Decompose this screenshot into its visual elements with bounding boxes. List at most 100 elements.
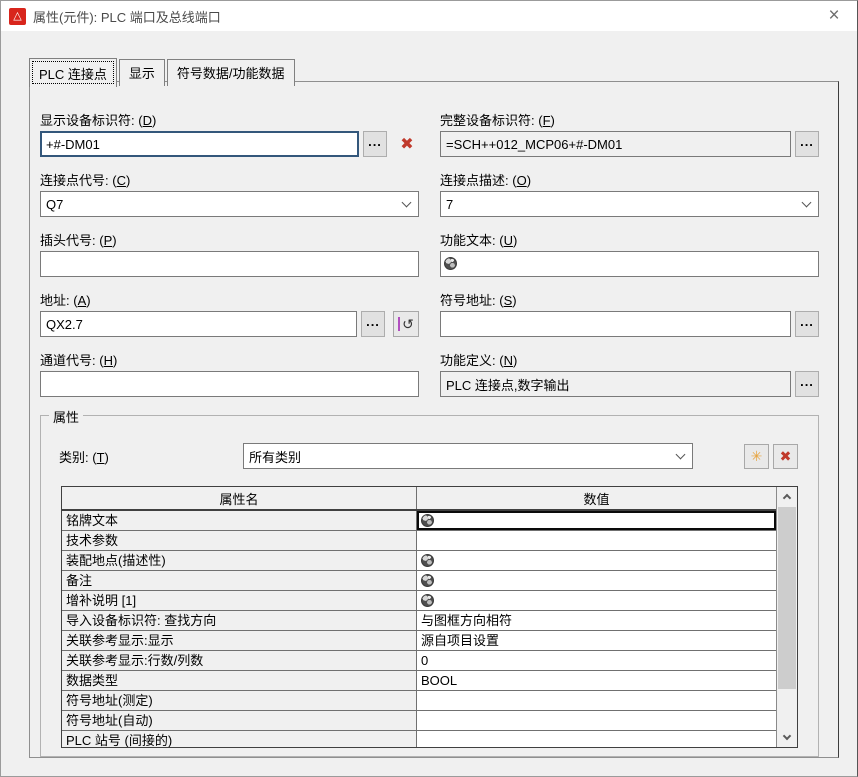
property-name-cell[interactable]: 关联参考显示:显示 — [62, 631, 417, 650]
scroll-up-button[interactable] — [777, 487, 797, 506]
tab-bar: PLC 连接点 显示 符号数据/功能数据 — [29, 58, 297, 86]
property-value-cell[interactable]: 源自项目设置 — [417, 631, 776, 650]
connection-point-description-select[interactable]: 7 — [440, 191, 819, 217]
property-value-cell[interactable] — [417, 571, 776, 590]
chevron-down-icon — [783, 732, 791, 740]
field-plug-designation: 插头代号: (P) — [40, 230, 419, 277]
field-label: 显示设备标识符: (D) — [40, 110, 419, 126]
field-label: 功能定义: (N) — [440, 350, 819, 366]
table-row[interactable]: 关联参考显示:显示源自项目设置 — [62, 631, 776, 651]
chevron-down-icon — [676, 449, 686, 459]
table-row[interactable]: 导入设备标识符: 查找方向与图框方向相符 — [62, 611, 776, 631]
tab-plc-connection-point[interactable]: PLC 连接点 — [29, 58, 117, 87]
table-row[interactable]: 技术参数 — [62, 531, 776, 551]
header-property-name[interactable]: 属性名 — [62, 487, 417, 509]
function-text-input[interactable] — [440, 251, 819, 277]
field-function-text: 功能文本: (U) — [440, 230, 819, 277]
table-row[interactable]: PLC 站号 (间接的) — [62, 731, 776, 747]
multilanguage-globe-icon — [421, 594, 434, 607]
browse-address-button[interactable]: ... — [361, 311, 385, 337]
function-definition-input[interactable] — [440, 371, 791, 397]
property-value-cell[interactable] — [417, 531, 776, 550]
address-input[interactable] — [40, 311, 357, 337]
property-value-cell[interactable] — [417, 691, 776, 710]
close-icon[interactable]: × — [819, 2, 849, 30]
browse-function-definition-button[interactable]: ... — [795, 371, 819, 397]
field-connection-point-description: 连接点描述: (O) 7 — [440, 170, 819, 217]
connection-point-designation-select[interactable]: Q7 — [40, 191, 419, 217]
property-name-cell[interactable]: 导入设备标识符: 查找方向 — [62, 611, 417, 630]
field-label: 连接点代号: (C) — [40, 170, 419, 186]
browse-device-tag-button[interactable]: ... — [363, 131, 387, 157]
field-label: 插头代号: (P) — [40, 230, 419, 246]
table-row[interactable]: 关联参考显示:行数/列数0 — [62, 651, 776, 671]
field-label: 完整设备标识符: (F) — [440, 110, 819, 126]
chevron-up-icon — [783, 494, 791, 502]
field-label: 功能文本: (U) — [440, 230, 819, 246]
select-value: 所有类别 — [249, 447, 677, 466]
property-value-cell[interactable] — [417, 731, 776, 747]
property-value-cell[interactable]: 与图框方向相符 — [417, 611, 776, 630]
tab-symbol-function-data[interactable]: 符号数据/功能数据 — [167, 59, 295, 86]
table-row[interactable]: 备注 — [62, 571, 776, 591]
field-full-device-tag: 完整设备标识符: (F) ... — [440, 110, 819, 157]
header-value[interactable]: 数值 — [417, 487, 776, 509]
property-name-cell[interactable]: 关联参考显示:行数/列数 — [62, 651, 417, 670]
property-value-cell[interactable] — [417, 551, 776, 570]
table-row[interactable]: 增补说明 [1] — [62, 591, 776, 611]
delete-property-button[interactable]: ✖ — [773, 444, 798, 469]
scrollbar-thumb[interactable] — [778, 507, 796, 689]
table-row[interactable]: 装配地点(描述性) — [62, 551, 776, 571]
multilanguage-globe-icon — [421, 554, 434, 567]
chevron-down-icon — [802, 197, 812, 207]
property-value-text: 源自项目设置 — [421, 631, 499, 650]
title-bar: △ 属性(元件): PLC 端口及总线端口 × — [1, 1, 857, 31]
delete-device-tag-button[interactable]: ✖ — [395, 131, 419, 157]
assign-address-button[interactable]: ↺ — [393, 311, 419, 337]
address-refresh-icon: ↺ — [398, 317, 414, 331]
eplan-logo-icon: △ — [9, 8, 26, 25]
property-name-cell[interactable]: 符号地址(自动) — [62, 711, 417, 730]
scroll-down-button[interactable] — [777, 728, 797, 747]
tab-panel: 显示设备标识符: (D) ... ✖ 完整设备标识符: (F) ... 连接点代… — [29, 81, 839, 758]
property-name-cell[interactable]: 增补说明 [1] — [62, 591, 417, 610]
property-value-cell[interactable] — [417, 511, 776, 530]
property-name-cell[interactable]: PLC 站号 (间接的) — [62, 731, 417, 747]
property-name-cell[interactable]: 铭牌文本 — [62, 511, 417, 530]
table-row[interactable]: 符号地址(自动) — [62, 711, 776, 731]
vertical-scrollbar[interactable] — [776, 487, 797, 747]
property-value-cell[interactable]: 0 — [417, 651, 776, 670]
property-value-cell[interactable] — [417, 591, 776, 610]
tab-display[interactable]: 显示 — [119, 59, 165, 86]
browse-symbolic-address-button[interactable]: ... — [795, 311, 819, 337]
displayed-device-tag-input[interactable] — [40, 131, 359, 157]
multilanguage-globe-icon — [444, 257, 457, 270]
field-label: 连接点描述: (O) — [440, 170, 819, 186]
property-name-cell[interactable]: 符号地址(测定) — [62, 691, 417, 710]
field-address: 地址: (A) ... ↺ — [40, 290, 419, 337]
category-row: 类别: (T) 所有类别 ✳ ✖ — [59, 443, 798, 469]
property-name-cell[interactable]: 装配地点(描述性) — [62, 551, 417, 570]
property-name-cell[interactable]: 备注 — [62, 571, 417, 590]
full-device-tag-input[interactable] — [440, 131, 791, 157]
property-table: 属性名 数值 铭牌文本技术参数装配地点(描述性)备注增补说明 [1]导入设备标识… — [61, 486, 798, 748]
delete-x-icon: ✖ — [780, 448, 792, 465]
property-name-cell[interactable]: 数据类型 — [62, 671, 417, 690]
property-name-cell[interactable]: 技术参数 — [62, 531, 417, 550]
plug-designation-input[interactable] — [40, 251, 419, 277]
symbolic-address-input[interactable] — [440, 311, 791, 337]
property-value-text: BOOL — [421, 671, 457, 690]
table-row[interactable]: 数据类型BOOL — [62, 671, 776, 691]
channel-designation-input[interactable] — [40, 371, 419, 397]
select-value: 7 — [446, 197, 803, 212]
browse-full-device-tag-button[interactable]: ... — [795, 131, 819, 157]
table-row[interactable]: 铭牌文本 — [62, 511, 776, 531]
window-title: 属性(元件): PLC 端口及总线端口 — [33, 7, 221, 26]
new-property-button[interactable]: ✳ — [744, 444, 769, 469]
category-select[interactable]: 所有类别 — [243, 443, 693, 469]
property-value-text: 0 — [421, 651, 428, 670]
property-value-cell[interactable]: BOOL — [417, 671, 776, 690]
table-row[interactable]: 符号地址(测定) — [62, 691, 776, 711]
chevron-down-icon — [402, 197, 412, 207]
property-value-cell[interactable] — [417, 711, 776, 730]
